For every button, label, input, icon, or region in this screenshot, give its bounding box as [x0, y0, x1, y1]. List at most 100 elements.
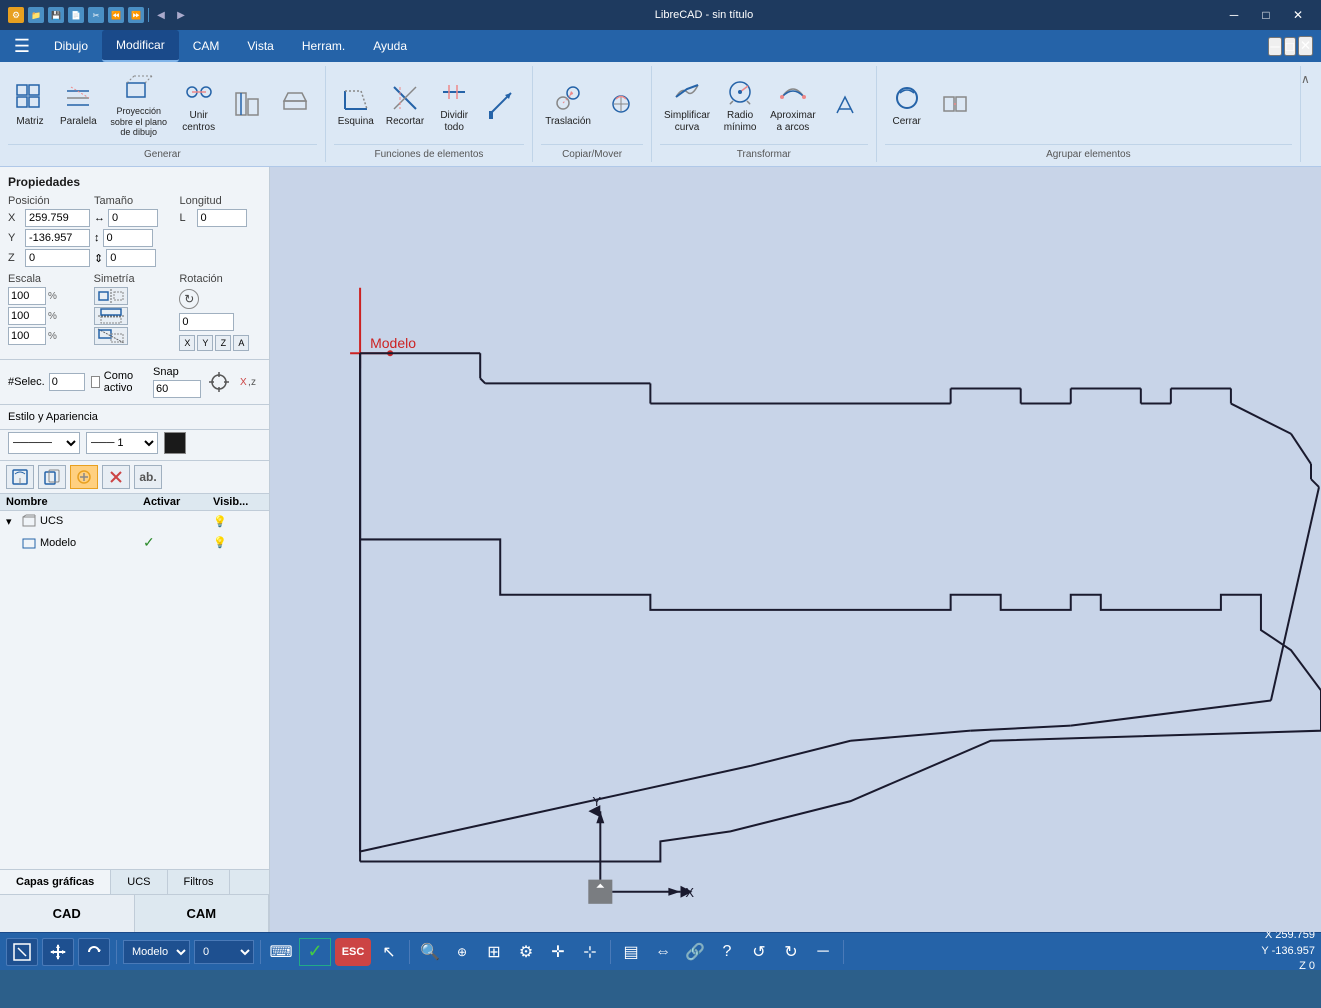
- layer-tool-copy[interactable]: [38, 465, 66, 489]
- snap-crosshair-icon[interactable]: [207, 370, 231, 394]
- sym-btn-1[interactable]: [94, 287, 128, 305]
- ribbon-tool-cerrar[interactable]: Cerrar: [885, 79, 929, 131]
- ribbon-tool-matriz[interactable]: Matriz: [8, 79, 52, 131]
- status-zoom-out-icon[interactable]: 🔍: [416, 938, 444, 966]
- status-esc-btn[interactable]: ESC: [335, 938, 371, 966]
- hamburger-menu[interactable]: ☰: [4, 30, 40, 62]
- canvas-area[interactable]: Modelo: [270, 167, 1321, 932]
- x-axis-btn[interactable]: X: [179, 335, 195, 351]
- ribbon-tool-copiar2[interactable]: [599, 85, 643, 125]
- status-select-btn[interactable]: [6, 938, 38, 966]
- status-rotate-btn[interactable]: [78, 938, 110, 966]
- cad-button[interactable]: CAD: [0, 895, 135, 932]
- snap-input[interactable]: [153, 380, 201, 398]
- status-move-btn[interactable]: [42, 938, 74, 966]
- status-cross-icon[interactable]: ✛: [544, 938, 572, 966]
- ribbon-tool-esquina[interactable]: Esquina: [334, 79, 378, 131]
- layer-tool-text[interactable]: ab.: [134, 465, 162, 489]
- tab-capas[interactable]: Capas gráficas: [0, 870, 111, 894]
- ribbon-tool-recortar[interactable]: Recortar: [382, 79, 428, 131]
- tab-ucs[interactable]: UCS: [111, 870, 167, 894]
- y-input[interactable]: [25, 229, 90, 247]
- rotation-input[interactable]: [179, 313, 234, 331]
- app-icon-3[interactable]: 📄: [68, 7, 84, 23]
- ribbon-collapse-btn[interactable]: ∧: [1301, 66, 1321, 162]
- status-zoom-in-icon[interactable]: ⊕: [448, 938, 476, 966]
- app-icon-5[interactable]: ⏪: [108, 7, 124, 23]
- app-icon-7[interactable]: ◀: [153, 7, 169, 23]
- menu-cam[interactable]: CAM: [179, 30, 234, 62]
- status-keyboard-icon[interactable]: ⌨: [267, 938, 295, 966]
- minimize-button[interactable]: ─: [1219, 5, 1249, 25]
- status-minus-icon[interactable]: ─: [809, 938, 837, 966]
- ribbon-tool-proyeccion[interactable]: Proyección sobre el plano de dibujo: [105, 69, 173, 141]
- ribbon-tool-traslacion[interactable]: Traslación: [541, 79, 595, 131]
- scale-x-input[interactable]: [8, 287, 46, 305]
- status-axis-icon[interactable]: ⊹: [576, 938, 604, 966]
- line-style-select[interactable]: ───── - - - ·····: [8, 432, 80, 454]
- ribbon-tool-extra1[interactable]: [225, 85, 269, 125]
- x-input[interactable]: [25, 209, 90, 227]
- ribbon-tool-extra2[interactable]: [273, 85, 317, 125]
- layer-item-ucs[interactable]: ▾ UCS 💡: [0, 511, 269, 531]
- height-input[interactable]: [103, 229, 153, 247]
- menu-ayuda[interactable]: Ayuda: [359, 30, 421, 62]
- app-icon-8[interactable]: ▶: [173, 7, 189, 23]
- ucs-visible-icon[interactable]: 💡: [213, 515, 263, 528]
- menu-herram[interactable]: Herram.: [288, 30, 359, 62]
- selec-input[interactable]: [49, 373, 85, 391]
- status-cursor-icon[interactable]: ↖: [375, 938, 403, 966]
- status-undo-icon[interactable]: ↺: [745, 938, 773, 966]
- ribbon-tool-unir[interactable]: Unircentros: [177, 73, 221, 137]
- inner-close[interactable]: ✕: [1298, 36, 1313, 56]
- ribbon-tool-agrupar-extra[interactable]: [933, 85, 977, 125]
- status-check-btn[interactable]: ✓: [299, 938, 331, 966]
- menu-dibujo[interactable]: Dibujo: [40, 30, 102, 62]
- tab-filtros[interactable]: Filtros: [168, 870, 231, 894]
- ribbon-tool-dividir[interactable]: Dividirtodo: [432, 73, 476, 137]
- layer-item-modelo[interactable]: Modelo ✓ 💡: [0, 531, 269, 554]
- width-input[interactable]: [108, 209, 158, 227]
- inner-min[interactable]: ─: [1268, 37, 1281, 56]
- snap-xz-icon[interactable]: X , z: [237, 370, 261, 394]
- modelo-visible-icon[interactable]: 💡: [213, 536, 263, 549]
- rotate-icon[interactable]: ↻: [179, 289, 199, 309]
- a-axis-btn[interactable]: A: [233, 335, 249, 351]
- depth-input[interactable]: [106, 249, 156, 267]
- scale-z-input[interactable]: [8, 327, 46, 345]
- ribbon-tool-simplificar[interactable]: Simplificarcurva: [660, 73, 714, 137]
- model-view-select[interactable]: Modelo: [123, 940, 190, 964]
- maximize-button[interactable]: □: [1251, 5, 1281, 25]
- layer-number-select[interactable]: 0: [194, 940, 254, 964]
- z-input[interactable]: [25, 249, 90, 267]
- z-axis-btn[interactable]: Z: [215, 335, 231, 351]
- sym-btn-2[interactable]: [94, 307, 128, 325]
- status-redo-icon[interactable]: ↻: [777, 938, 805, 966]
- line-width-select[interactable]: ─── 1 ──── 2 ───── 3: [86, 432, 158, 454]
- ribbon-tool-aproximar[interactable]: Aproximara arcos: [766, 73, 820, 137]
- app-icon-save[interactable]: 💾: [48, 7, 64, 23]
- status-grid-icon[interactable]: ⊞: [480, 938, 508, 966]
- sym-btn-3[interactable]: [94, 327, 128, 345]
- ribbon-tool-radio[interactable]: Radiomínimo: [718, 73, 762, 137]
- close-button[interactable]: ✕: [1283, 5, 1313, 25]
- ribbon-tool-transform-extra[interactable]: [824, 85, 868, 125]
- status-transform-icon[interactable]: ⇔: [649, 938, 677, 966]
- menu-modificar[interactable]: Modificar: [102, 30, 179, 62]
- menu-vista[interactable]: Vista: [233, 30, 287, 62]
- layer-tool-add[interactable]: [6, 465, 34, 489]
- inner-max[interactable]: □: [1284, 37, 1296, 56]
- y-axis-btn[interactable]: Y: [197, 335, 213, 351]
- ribbon-tool-arrow[interactable]: [480, 85, 524, 125]
- status-settings-icon[interactable]: ⚙: [512, 938, 540, 966]
- length-input[interactable]: [197, 209, 247, 227]
- status-layers-icon[interactable]: ▤: [617, 938, 645, 966]
- ucs-expand-icon[interactable]: ▾: [6, 515, 18, 528]
- cam-button[interactable]: CAM: [135, 895, 270, 932]
- scale-y-input[interactable]: [8, 307, 46, 325]
- status-link-icon[interactable]: 🔗: [681, 938, 709, 966]
- layer-tool-new[interactable]: [70, 465, 98, 489]
- ribbon-tool-paralela[interactable]: Paralela: [56, 79, 101, 131]
- app-icon-4[interactable]: ✂: [88, 7, 104, 23]
- layer-tool-delete[interactable]: [102, 465, 130, 489]
